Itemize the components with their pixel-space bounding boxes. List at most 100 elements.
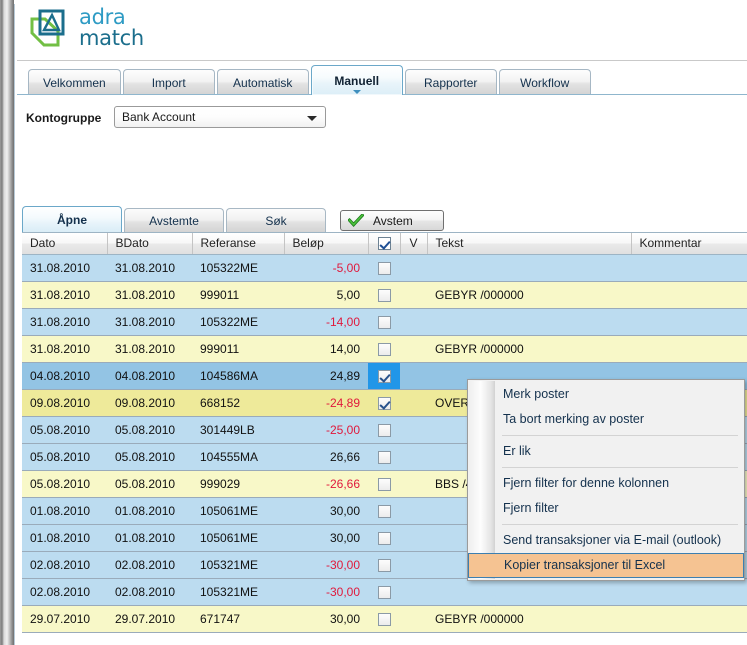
cell-v [400,497,427,525]
table-row[interactable]: 31.08.2010 31.08.2010 105322ME -5,00 [22,254,747,282]
cell-bdato: 05.08.2010 [107,443,192,471]
column-header-bdato[interactable]: BDato [107,233,193,255]
cell-bdato: 02.08.2010 [107,551,192,579]
checkbox-unchecked-icon[interactable] [377,450,391,464]
cell-dato: 01.08.2010 [22,524,107,552]
cell-dato: 02.08.2010 [22,578,107,606]
cell-v [400,281,427,309]
cell-belop: 26,66 [284,443,368,471]
cell-referanse: 105322ME [192,308,284,336]
column-header-referanse[interactable]: Referanse [192,233,285,255]
tab-workflow[interactable]: Workflow [498,69,591,95]
subtab-sok[interactable]: Søk [226,208,326,233]
table-row[interactable]: 02.08.2010 02.08.2010 105321ME -30,00 [22,578,747,606]
tab-manuell[interactable]: Manuell [310,65,403,95]
table-row[interactable]: 31.08.2010 31.08.2010 999011 5,00 GEBYR /000… [22,281,747,309]
table-row[interactable]: 31.08.2010 31.08.2010 105322ME -14,00 [22,308,747,336]
cell-v [400,524,427,552]
column-header-belop[interactable]: Beløp [284,233,369,255]
subtab-apne[interactable]: Åpne [22,206,122,233]
column-header-tekst[interactable]: Tekst [427,233,632,255]
header-divider [17,60,747,61]
column-header-kommentar[interactable]: Kommentar [631,233,747,255]
cell-bdato: 01.08.2010 [107,524,192,552]
cell-v [400,416,427,444]
context-menu-item[interactable]: Merk poster [468,382,744,407]
cell-v [400,578,427,606]
checkbox-unchecked-icon[interactable] [377,531,391,545]
checkbox-unchecked-icon[interactable] [377,342,391,356]
checkbox-unchecked-icon[interactable] [377,477,391,491]
cell-referanse: 104586MA [192,362,284,390]
context-menu-item[interactable]: Fjern filter [468,496,744,521]
table-row[interactable]: 29.07.2010 29.07.2010 671747 30,00 GEBYR /00… [22,605,747,633]
cell-row-checkbox[interactable] [368,389,400,417]
context-menu-item[interactable]: Fjern filter for denne kolonnen [468,471,744,496]
context-menu-item[interactable]: Kopier transaksjoner til Excel [468,553,744,578]
avstem-button[interactable]: Avstem [340,210,444,231]
context-menu-separator [502,524,738,525]
cell-referanse: 668152 [192,389,284,417]
tab-automatisk[interactable]: Automatisk [216,69,309,95]
checkbox-unchecked-icon[interactable] [377,558,391,572]
grid-sub-tabs: Åpne Avstemte Søk Avstem [22,205,444,233]
chevron-down-icon [352,90,361,94]
cell-row-checkbox[interactable] [368,551,400,579]
cell-row-checkbox[interactable] [368,470,400,498]
cell-row-checkbox[interactable] [368,308,400,336]
cell-v [400,362,427,390]
tab-rapporter-label: Rapporter [424,75,478,90]
checkbox-unchecked-icon[interactable] [377,585,391,599]
cell-belop: -25,00 [284,416,368,444]
cell-row-checkbox[interactable] [368,578,400,606]
cell-v [400,335,427,363]
checkbox-unchecked-icon[interactable] [377,423,391,437]
adra-match-logo: adra match [28,6,144,50]
tab-rapporter[interactable]: Rapporter [404,69,497,95]
cell-v [400,551,427,579]
select-all-checkbox-icon[interactable] [377,237,391,251]
window-left-border [0,0,14,645]
cell-v [400,254,427,282]
kontogruppe-select[interactable]: Bank Account [114,106,326,128]
cell-belop: -5,00 [284,254,368,282]
checkbox-checked-icon[interactable] [377,369,391,383]
cell-bdato: 01.08.2010 [107,497,192,525]
cell-bdato: 05.08.2010 [107,470,192,498]
cell-row-checkbox[interactable] [368,605,400,633]
cell-belop: 30,00 [284,497,368,525]
checkbox-unchecked-icon[interactable] [377,612,391,626]
subtab-sok-label: Søk [265,214,287,228]
checkbox-unchecked-icon[interactable] [377,261,391,275]
checkbox-unchecked-icon[interactable] [377,288,391,302]
checkbox-unchecked-icon[interactable] [377,504,391,518]
subtab-avstemte-label: Avstemte [149,214,199,228]
cell-dato: 05.08.2010 [22,443,107,471]
cell-row-checkbox[interactable] [368,281,400,309]
context-menu-item[interactable]: Send transaksjoner via E-mail (outlook) [468,528,744,553]
context-menu-item[interactable]: Er lik [468,439,744,464]
checkbox-unchecked-icon[interactable] [377,315,391,329]
cell-row-checkbox[interactable] [368,524,400,552]
cell-referanse: 105322ME [192,254,284,282]
table-row[interactable]: 31.08.2010 31.08.2010 999011 14,00 GEBYR /00… [22,335,747,363]
cell-row-checkbox[interactable] [368,497,400,525]
cell-bdato: 02.08.2010 [107,578,192,606]
column-header-dato[interactable]: Dato [22,233,108,255]
cell-row-checkbox[interactable] [368,335,400,363]
cell-tekst [427,308,631,336]
checkbox-checked-icon[interactable] [377,396,391,410]
cell-row-checkbox[interactable] [368,416,400,444]
context-menu-item[interactable]: Ta bort merking av poster [468,407,744,432]
cell-referanse: 671747 [192,605,284,633]
column-header-v[interactable]: V [400,233,428,255]
tab-import[interactable]: Import [122,69,215,95]
cell-v [400,389,427,417]
cell-row-checkbox[interactable] [368,443,400,471]
tab-velkommen[interactable]: Velkommen [28,69,121,95]
adra-logo-wordmark: adra match [79,7,144,49]
cell-row-checkbox[interactable] [368,362,400,390]
column-header-select-all[interactable] [368,233,401,255]
subtab-avstemte[interactable]: Avstemte [124,208,224,233]
cell-row-checkbox[interactable] [368,254,400,282]
